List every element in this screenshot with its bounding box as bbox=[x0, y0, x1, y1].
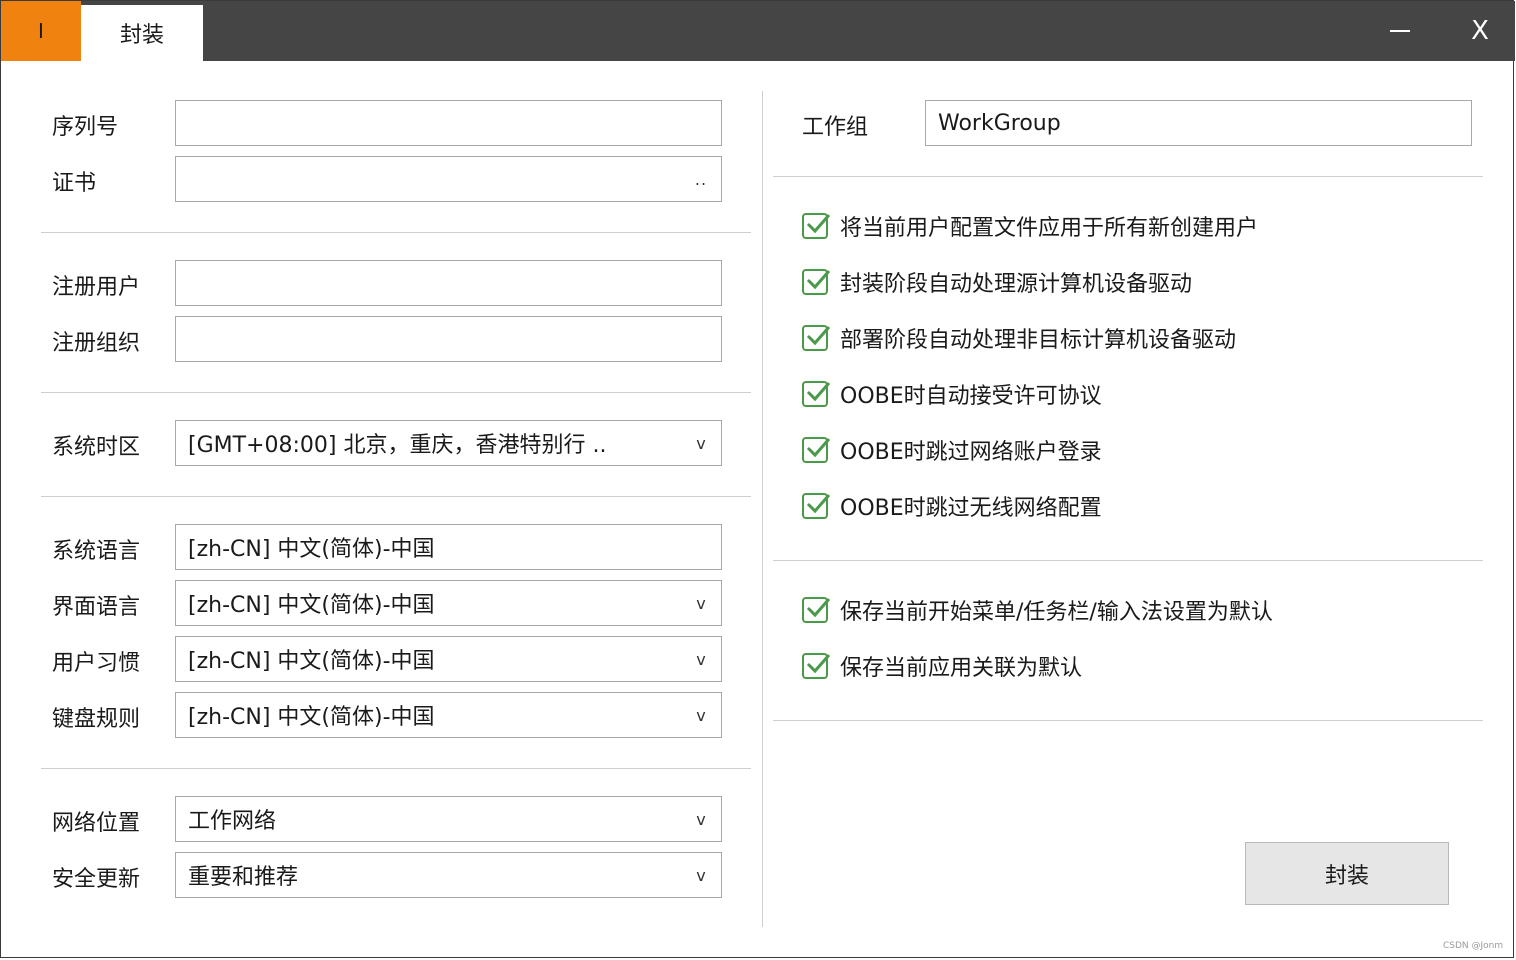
option-label: OOBE时自动接受许可协议 bbox=[840, 384, 1102, 409]
panel-separator bbox=[762, 91, 763, 927]
ui-language-label: 界面语言 bbox=[52, 595, 141, 620]
title-bar: I 封装 X bbox=[1, 1, 1515, 61]
timezone-value: [GMT+08:00] 北京，重庆，香港特别行 .. bbox=[188, 433, 607, 458]
divider bbox=[773, 176, 1483, 177]
sysprep-window: I 封装 X 序列号 证书 .. 注册用户 注册组织 系统时区 [GMT+08:… bbox=[0, 0, 1515, 958]
option-source-drivers[interactable]: 封装阶段自动处理源计算机设备驱动 bbox=[802, 266, 1192, 298]
divider bbox=[41, 768, 751, 769]
network-location-select[interactable]: 工作网络 v bbox=[175, 796, 722, 842]
serial-input[interactable] bbox=[175, 100, 722, 146]
keyboard-select[interactable]: [zh-CN] 中文(简体)-中国 v bbox=[175, 692, 722, 738]
option-label: 封装阶段自动处理源计算机设备驱动 bbox=[840, 272, 1193, 297]
option-skip-wireless[interactable]: OOBE时跳过无线网络配置 bbox=[802, 490, 1102, 522]
divider bbox=[773, 720, 1483, 721]
keyboard-value: [zh-CN] 中文(简体)-中国 bbox=[188, 705, 435, 730]
network-location-value: 工作网络 bbox=[188, 809, 277, 834]
option-deploy-drivers[interactable]: 部署阶段自动处理非目标计算机设备驱动 bbox=[802, 322, 1236, 354]
user-locale-value: [zh-CN] 中文(简体)-中国 bbox=[188, 649, 435, 674]
system-language-label: 系统语言 bbox=[52, 539, 141, 564]
option-label: 保存当前应用关联为默认 bbox=[840, 656, 1083, 681]
option-skip-online-account[interactable]: OOBE时跳过网络账户登录 bbox=[802, 434, 1102, 466]
divider bbox=[773, 560, 1483, 561]
divider bbox=[41, 232, 751, 233]
security-update-value: 重要和推荐 bbox=[188, 865, 299, 890]
option-apply-profile[interactable]: 将当前用户配置文件应用于所有新创建用户 bbox=[802, 210, 1258, 242]
chevron-down-icon: v bbox=[696, 809, 706, 829]
chevron-down-icon: v bbox=[696, 705, 706, 725]
checkbox-checked-icon bbox=[802, 653, 831, 679]
workgroup-value: WorkGroup bbox=[938, 110, 1061, 136]
minimize-button[interactable] bbox=[1365, 1, 1435, 61]
user-locale-label: 用户习惯 bbox=[52, 651, 141, 676]
chevron-down-icon: v bbox=[696, 865, 706, 885]
keyboard-label: 键盘规则 bbox=[52, 707, 141, 732]
browse-button[interactable]: .. bbox=[681, 170, 721, 189]
chevron-down-icon: v bbox=[696, 593, 706, 613]
option-label: 部署阶段自动处理非目标计算机设备驱动 bbox=[840, 328, 1237, 353]
option-label: 保存当前开始菜单/任务栏/输入法设置为默认 bbox=[840, 600, 1273, 625]
divider bbox=[41, 496, 751, 497]
ui-language-select[interactable]: [zh-CN] 中文(简体)-中国 v bbox=[175, 580, 722, 626]
timezone-select[interactable]: [GMT+08:00] 北京，重庆，香港特别行 .. v bbox=[175, 420, 722, 466]
checkbox-checked-icon bbox=[802, 213, 831, 239]
reg-org-input[interactable] bbox=[175, 316, 722, 362]
reg-user-label: 注册用户 bbox=[52, 275, 141, 300]
chevron-down-icon: v bbox=[696, 649, 706, 669]
option-accept-license[interactable]: OOBE时自动接受许可协议 bbox=[802, 378, 1102, 410]
checkbox-checked-icon bbox=[802, 381, 831, 407]
ui-language-value: [zh-CN] 中文(简体)-中国 bbox=[188, 593, 435, 618]
minimize-icon bbox=[1390, 30, 1410, 32]
checkbox-checked-icon bbox=[802, 437, 831, 463]
app-icon: I bbox=[1, 1, 81, 61]
option-label: OOBE时跳过无线网络配置 bbox=[840, 496, 1102, 521]
divider bbox=[41, 392, 751, 393]
option-save-app-associations[interactable]: 保存当前应用关联为默认 bbox=[802, 650, 1082, 682]
option-label: 将当前用户配置文件应用于所有新创建用户 bbox=[840, 216, 1259, 241]
checkbox-checked-icon bbox=[802, 493, 831, 519]
reg-user-input[interactable] bbox=[175, 260, 722, 306]
user-locale-select[interactable]: [zh-CN] 中文(简体)-中国 v bbox=[175, 636, 722, 682]
reg-org-label: 注册组织 bbox=[52, 331, 141, 356]
option-save-start-menu[interactable]: 保存当前开始菜单/任务栏/输入法设置为默认 bbox=[802, 594, 1273, 626]
security-update-label: 安全更新 bbox=[52, 867, 141, 892]
system-language-field[interactable]: [zh-CN] 中文(简体)-中国 bbox=[175, 524, 722, 570]
checkbox-checked-icon bbox=[802, 269, 831, 295]
security-update-select[interactable]: 重要和推荐 v bbox=[175, 852, 722, 898]
chevron-down-icon: v bbox=[696, 433, 706, 453]
checkbox-checked-icon bbox=[802, 325, 831, 351]
workgroup-input[interactable]: WorkGroup bbox=[925, 100, 1472, 146]
serial-label: 序列号 bbox=[52, 115, 119, 140]
workgroup-label: 工作组 bbox=[802, 115, 869, 140]
system-language-value: [zh-CN] 中文(简体)-中国 bbox=[188, 537, 435, 562]
close-button[interactable]: X bbox=[1445, 1, 1515, 61]
option-label: OOBE时跳过网络账户登录 bbox=[840, 440, 1102, 465]
tab-seal[interactable]: 封装 bbox=[81, 5, 203, 61]
seal-button[interactable]: 封装 bbox=[1245, 842, 1449, 905]
timezone-label: 系统时区 bbox=[52, 435, 141, 460]
network-location-label: 网络位置 bbox=[52, 811, 141, 836]
checkbox-checked-icon bbox=[802, 597, 831, 623]
certificate-input[interactable]: .. bbox=[175, 156, 722, 202]
watermark: CSDN @Jonm bbox=[1443, 941, 1504, 951]
certificate-label: 证书 bbox=[52, 171, 97, 196]
